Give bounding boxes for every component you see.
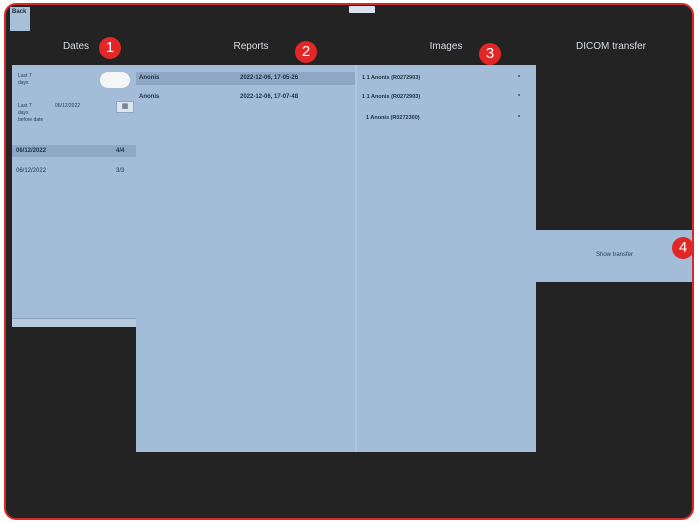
date-row[interactable]: 06/12/2022 3/3 bbox=[12, 165, 136, 177]
last7-before-days-label: days bbox=[18, 110, 29, 116]
show-transfer-button[interactable]: Show transfer bbox=[596, 252, 633, 258]
date-row-count: 3/3 bbox=[116, 168, 125, 174]
tablet-frame: Back Dates Reports Images DICOM transfer… bbox=[4, 3, 694, 520]
image-marker: * bbox=[518, 75, 521, 81]
report-datetime: 2022-12-06, 17-07-48 bbox=[240, 94, 299, 100]
image-marker: * bbox=[518, 94, 521, 100]
tablet-notch bbox=[349, 6, 375, 13]
image-label: 1 Anonis (R0272300) bbox=[366, 115, 420, 121]
callout-2: 2 bbox=[295, 41, 317, 63]
last7-label: Last 7 bbox=[18, 73, 32, 79]
date-row[interactable]: 06/12/2022 4/4 bbox=[12, 145, 136, 157]
last7-before-label: Last 7 bbox=[18, 103, 32, 109]
image-label: 1 1 Anonis (R0272903) bbox=[362, 94, 421, 100]
image-row[interactable]: 1 Anonis (R0272300) * bbox=[358, 112, 536, 125]
last7-days-label: days bbox=[18, 80, 29, 86]
report-datetime: 2022-12-06, 17-05-26 bbox=[240, 75, 299, 81]
images-column: 1 1 Anonis (R0272903) * 1 1 Anonis (R027… bbox=[358, 65, 536, 452]
report-row[interactable]: Anonis 2022-12-06, 17-07-48 bbox=[136, 91, 356, 104]
image-row[interactable]: 1 1 Anonis (R0272903) * bbox=[358, 72, 536, 85]
dicom-transfer-panel: Show transfer bbox=[536, 230, 692, 282]
callout-3: 3 bbox=[479, 43, 501, 65]
image-marker: * bbox=[518, 115, 521, 121]
reports-images-panel: Anonis 2022-12-06, 17-05-26 Anonis 2022-… bbox=[136, 65, 536, 452]
calendar-icon[interactable]: ▦ bbox=[116, 101, 134, 113]
callout-1: 1 bbox=[99, 37, 121, 59]
tab-dicom-transfer[interactable]: DICOM transfer bbox=[561, 41, 661, 52]
report-name: Anonis bbox=[139, 75, 160, 81]
date-row-date: 06/12/2022 bbox=[16, 168, 47, 174]
last7-toggle[interactable] bbox=[100, 72, 130, 88]
column-divider bbox=[355, 65, 357, 452]
date-row-count: 4/4 bbox=[116, 148, 125, 154]
tab-dates[interactable]: Dates bbox=[46, 41, 106, 52]
dates-panel-footer bbox=[12, 318, 136, 327]
tab-reports[interactable]: Reports bbox=[211, 41, 291, 52]
before-date-label: before date bbox=[18, 117, 44, 123]
back-button[interactable]: Back bbox=[10, 7, 30, 31]
dates-panel: Last 7 days Last 7 days before date 06/1… bbox=[12, 65, 136, 327]
image-label: 1 1 Anonis (R0272903) bbox=[362, 75, 421, 81]
tab-images[interactable]: Images bbox=[416, 41, 476, 52]
before-date-value[interactable]: 06/12/2022 bbox=[55, 103, 80, 109]
date-row-date: 06/12/2022 bbox=[16, 148, 47, 154]
callout-4: 4 bbox=[672, 237, 692, 259]
report-name: Anonis bbox=[139, 94, 160, 100]
report-row[interactable]: Anonis 2022-12-06, 17-05-26 bbox=[136, 72, 356, 85]
image-row[interactable]: 1 1 Anonis (R0272903) * bbox=[358, 91, 536, 104]
